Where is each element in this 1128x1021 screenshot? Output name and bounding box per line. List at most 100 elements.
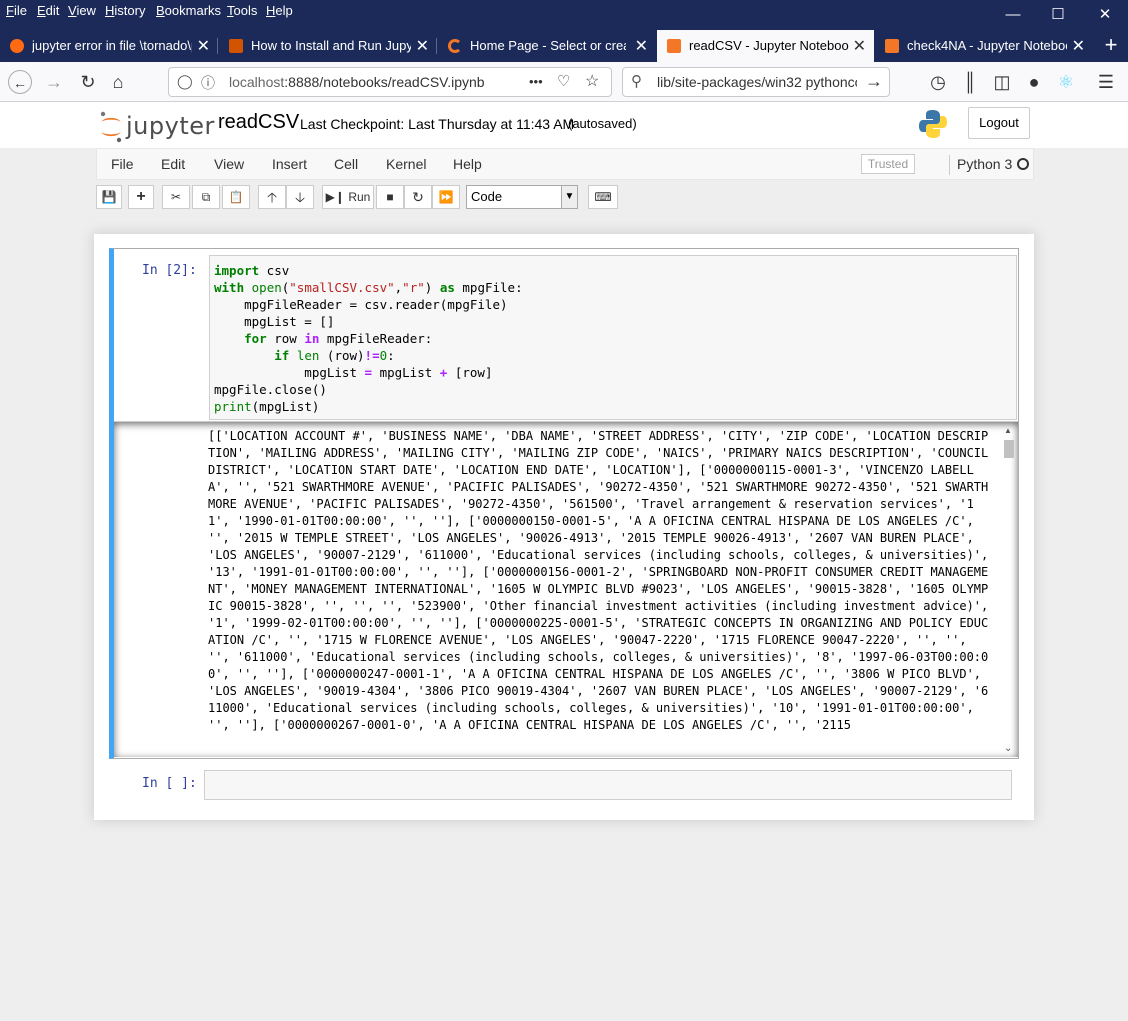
minimize-icon[interactable]: — [1002,5,1024,25]
search-bar[interactable]: ⚲ lib/site-packages/win32 pythoncom → [622,67,890,97]
menu-history[interactable]: History [105,3,145,18]
close-tab-icon[interactable]: ✕ [416,36,429,56]
library-icon[interactable]: ║ [958,70,982,94]
code-line: import csv [214,263,290,278]
notebook-favicon-icon [885,39,899,53]
code-cell-empty[interactable]: In [ ]: [109,764,1019,808]
sidebar-icon[interactable]: ◫ [990,70,1014,94]
reload-icon[interactable]: ↻ [76,70,100,94]
back-icon[interactable]: ← [8,70,32,94]
close-tab-icon[interactable]: ✕ [635,36,648,56]
kernel-name: Python 3 [957,156,1013,172]
bookmark-star-icon[interactable]: ☆ [585,71,599,91]
info-icon[interactable]: ⓘ [201,73,215,93]
navigation-toolbar: ← → ↻ ⌂ ◯ ⓘ localhost:8888/notebooks/rea… [0,62,1128,102]
kernel-idle-icon [1017,158,1029,170]
run-label: Run [348,190,371,204]
insert-cell-icon[interactable]: + [128,185,154,209]
close-tab-icon[interactable]: ✕ [197,36,210,56]
tab-label: readCSV - Jupyter Notebook [689,38,849,53]
account-icon[interactable]: ● [1022,70,1046,94]
nb-menu-help[interactable]: Help [453,156,482,172]
jupyter-logo[interactable]: jupyter [98,108,214,143]
move-up-icon[interactable]: 🡡 [258,185,286,209]
tab-separator [217,38,218,54]
tab-jupyter-error[interactable]: jupyter error in file \tornado\p ✕ [0,30,218,62]
menu-help[interactable]: Help [266,3,293,18]
tab-label: check4NA - Jupyter Notebook [907,38,1067,53]
tab-readcsv[interactable]: readCSV - Jupyter Notebook ✕ [657,30,874,62]
code-line: if len (row)!=0: [274,348,395,363]
nb-menu-cell[interactable]: Cell [334,156,358,172]
hamburger-menu-icon[interactable]: ☰ [1094,70,1118,94]
run-button[interactable]: ▶❙ Run [322,185,374,209]
url-path: :8888/notebooks/readCSV.ipynb [284,74,485,90]
output-scrollbar[interactable]: ▲ ⌄ [1002,426,1016,754]
search-go-icon[interactable]: → [865,71,883,92]
tab-strip: jupyter error in file \tornado\p ✕ How t… [0,30,1128,62]
search-icon: ⚲ [631,73,642,90]
jupyter-favicon-icon [448,39,462,53]
close-window-icon[interactable]: ✕ [1094,5,1116,25]
site-favicon-icon [229,39,243,53]
code-editor-empty[interactable] [204,770,1012,800]
menu-file[interactable]: File [6,3,27,18]
tab-check4na[interactable]: check4NA - Jupyter Notebook ✕ [875,30,1093,62]
close-tab-icon[interactable]: ✕ [1072,36,1085,56]
scroll-up-icon[interactable]: ▲ [1004,426,1012,435]
interrupt-icon[interactable]: ■ [376,185,404,209]
menu-bookmarks[interactable]: Bookmarks [156,3,221,18]
history-icon[interactable]: ◷ [926,70,950,94]
nb-menu-kernel[interactable]: Kernel [386,156,426,172]
notebook-name[interactable]: readCSV [218,111,299,134]
nb-menu-edit[interactable]: Edit [161,156,185,172]
restart-icon[interactable]: ↻ [404,185,432,209]
output-area[interactable]: [['LOCATION ACCOUNT #', 'BUSINESS NAME',… [114,421,1018,757]
tab-label: Home Page - Select or create [470,38,626,53]
nb-menu-insert[interactable]: Insert [272,156,307,172]
tab-home-page[interactable]: Home Page - Select or create ✕ [438,30,656,62]
copy-icon[interactable]: ⧉ [192,185,220,209]
tab-separator [436,38,437,54]
save-icon[interactable]: 💾 [96,185,122,209]
maximize-icon[interactable]: ☐ [1047,5,1069,25]
browser-menubar: File Edit View History Bookmarks Tools H… [0,0,1128,30]
code-cell-selected[interactable]: In [2]: import csv with open("smallCSV.c… [109,248,1019,759]
cell-type-select[interactable]: Code ▼ [466,185,578,209]
url-bar[interactable]: ◯ ⓘ localhost:8888/notebooks/readCSV.ipy… [168,67,612,97]
page-actions-icon[interactable]: ••• [529,74,543,89]
scroll-down-icon[interactable]: ⌄ [1004,743,1012,754]
cut-icon[interactable]: ✂ [162,185,190,209]
trusted-indicator[interactable]: Trusted [861,154,915,174]
paste-icon[interactable]: 📋 [222,185,250,209]
pocket-icon[interactable]: ♡ [557,72,570,90]
nb-menu-view[interactable]: View [214,156,244,172]
code-editor[interactable]: import csv with open("smallCSV.csv","r")… [209,255,1017,420]
close-tab-icon[interactable]: ✕ [853,36,866,56]
menu-tools[interactable]: Tools [227,3,257,18]
nb-menu-file[interactable]: File [111,156,134,172]
new-tab-icon[interactable]: + [1098,32,1124,58]
tab-label: How to Install and Run Jupyte [251,38,411,53]
code-line: mpgFileReader = csv.reader(mpgFile) [214,297,508,312]
menu-edit[interactable]: Edit [37,3,59,18]
move-down-icon[interactable]: 🡣 [286,185,314,209]
home-icon[interactable]: ⌂ [106,70,130,94]
scrollbar-thumb[interactable] [1004,440,1014,458]
menu-divider [949,155,950,175]
shield-icon[interactable]: ◯ [177,73,193,90]
react-devtools-icon[interactable]: ⚛ [1054,70,1078,94]
restart-run-all-icon[interactable]: ⏩ [432,185,460,209]
logout-button[interactable]: Logout [968,107,1030,139]
menu-view[interactable]: View [68,3,96,18]
forward-icon[interactable]: → [42,70,66,94]
jupyter-logo-icon [100,111,122,143]
input-prompt: In [ ]: [142,776,197,791]
notebook-menubar: File Edit View Insert Cell Kernel Help T… [96,148,1034,180]
keyboard-icon[interactable]: ⌨ [588,185,618,209]
autosave-status: (autosaved) [568,116,637,131]
tab-how-to-install[interactable]: How to Install and Run Jupyte ✕ [219,30,437,62]
cell-type-value: Code [471,189,503,204]
output-text: [['LOCATION ACCOUNT #', 'BUSINESS NAME',… [208,429,996,732]
code-line: mpgList = mpgList + [row] [214,365,493,380]
